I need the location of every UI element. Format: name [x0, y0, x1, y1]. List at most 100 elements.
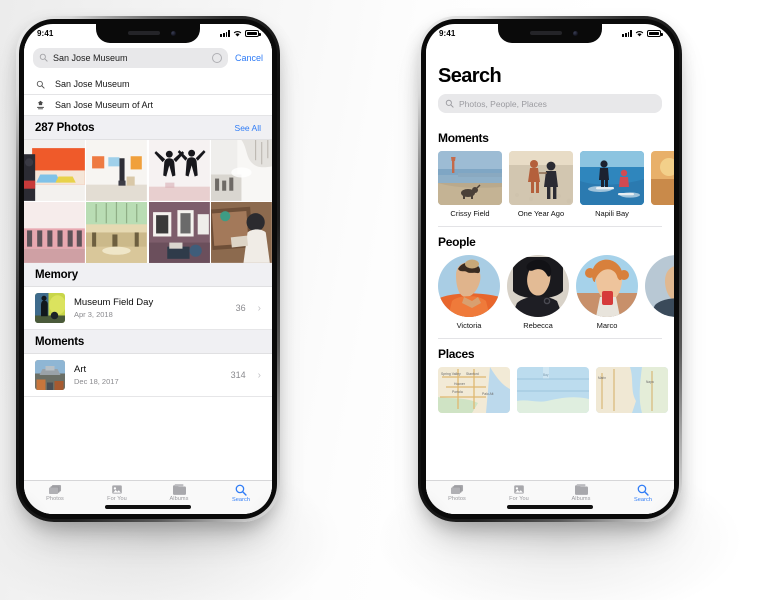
person-card[interactable]: Victoria — [438, 255, 500, 330]
section-title: Places — [438, 347, 475, 362]
tab-label: Search — [231, 497, 251, 503]
memory-thumbnail — [35, 293, 65, 324]
memory-title: Museum Field Day — [74, 297, 154, 309]
notch — [96, 24, 200, 43]
tab-photos[interactable]: Photos — [24, 484, 86, 502]
memory-list-item[interactable]: Museum Field Day Apr 3, 2018 36 › — [24, 287, 272, 331]
chevron-right-icon: › — [257, 369, 261, 381]
moment-label: Napili Bay — [595, 209, 629, 218]
front-camera — [573, 30, 578, 36]
search-input[interactable]: Photos, People, Places — [438, 94, 662, 113]
moment-thumbnail — [580, 151, 644, 205]
moment-thumbnail — [35, 360, 65, 391]
grid-photo[interactable] — [148, 202, 210, 264]
clear-circle-icon[interactable] — [211, 53, 222, 63]
tab-label: Photos — [448, 496, 466, 502]
moment-card[interactable]: Napili Bay — [580, 151, 644, 218]
moment-card[interactable]: One Year Ago — [509, 151, 573, 218]
device-screen-right: 9:41 Search Photos, People, Places Momen… — [426, 24, 674, 514]
earpiece-speaker — [530, 31, 562, 35]
moment-date: Dec 18, 2017 — [74, 377, 119, 387]
grid-photo[interactable] — [24, 140, 85, 201]
scene-background: 9:41 San Jose Museum Cancel San Jose Mus… — [0, 0, 780, 600]
svg-text:Stanford: Stanford — [466, 372, 479, 376]
section-title: Memory — [35, 269, 78, 282]
memory-count: 36 — [235, 303, 246, 314]
tab-photos[interactable]: Photos — [426, 484, 488, 502]
photo-grid — [24, 140, 272, 264]
search-placeholder: Photos, People, Places — [459, 98, 547, 109]
tab-for-you[interactable]: For You — [86, 484, 148, 502]
search-icon — [445, 95, 454, 113]
tab-search[interactable]: Search — [210, 484, 272, 503]
moments-list-item[interactable]: Art Dec 18, 2017 314 › — [24, 354, 272, 398]
person-name: Rebecca — [523, 321, 553, 331]
svg-text:Hoover: Hoover — [454, 382, 466, 386]
moments-carousel[interactable]: Crissy Field One Year Ago Napili Bay — [426, 151, 674, 218]
page-title: Search — [438, 65, 502, 87]
search-bar: San Jose Museum Cancel — [24, 43, 272, 74]
grid-photo[interactable] — [24, 202, 85, 264]
status-icons — [220, 30, 261, 37]
moment-thumbnail — [509, 151, 573, 205]
section-title: Moments — [438, 131, 489, 145]
places-carousel[interactable]: Spring Valley Stanford Hoover Portola Palo … — [426, 367, 674, 414]
avatar — [576, 255, 638, 318]
tab-for-you[interactable]: For You — [488, 484, 550, 502]
search-input-value: San Jose Museum — [53, 53, 128, 63]
person-card-partial[interactable] — [645, 255, 674, 330]
tab-albums[interactable]: Albums — [550, 484, 612, 502]
svg-text:Portola: Portola — [452, 390, 463, 394]
home-indicator[interactable] — [507, 505, 593, 509]
chevron-right-icon: › — [257, 302, 261, 314]
moment-title: Art — [74, 364, 87, 376]
moment-meta: Art Dec 18, 2017 — [74, 364, 222, 386]
person-card[interactable]: Marco — [576, 255, 638, 330]
page-title: 287 Photos — [35, 122, 95, 134]
person-card[interactable]: Rebecca — [507, 255, 569, 330]
photos-search-home-screen: Search Photos, People, Places Moments Cr… — [426, 43, 674, 514]
home-indicator[interactable] — [105, 505, 191, 509]
person-name: Marco — [596, 321, 618, 331]
cellular-bars-icon — [622, 30, 632, 37]
memory-section-header: Memory — [24, 263, 272, 288]
suggestion-row-2[interactable]: San Jose Museum of Art — [24, 95, 272, 116]
see-all-button[interactable]: See All — [235, 123, 261, 133]
suggestion-label: San Jose Museum of Art — [55, 100, 154, 110]
grid-photo[interactable] — [211, 202, 272, 264]
svg-text:Bay: Bay — [543, 373, 549, 377]
battery-icon — [245, 30, 261, 37]
grid-photo[interactable] — [86, 202, 148, 264]
tab-label: For You — [107, 496, 127, 502]
person-name: Victoria — [456, 321, 482, 331]
place-map-thumbnail[interactable]: Bay — [517, 367, 589, 414]
moment-card-partial[interactable] — [651, 151, 674, 218]
status-icons — [622, 30, 663, 37]
suggestion-row-1[interactable]: San Jose Museum — [24, 74, 272, 95]
tab-search[interactable]: Search — [612, 484, 674, 503]
wifi-icon — [233, 30, 242, 37]
avatar — [645, 255, 674, 318]
search-icon — [39, 49, 48, 67]
cancel-button[interactable]: Cancel — [235, 53, 263, 63]
moment-card[interactable]: Crissy Field — [438, 151, 502, 218]
people-carousel[interactable]: Victoria Rebecca Marco — [426, 255, 674, 330]
place-map-thumbnail[interactable]: Marin Napa — [596, 367, 668, 414]
place-map-thumbnail[interactable]: Spring Valley Stanford Hoover Portola Palo … — [438, 367, 510, 414]
memory-date: Apr 3, 2018 — [74, 310, 113, 320]
search-input[interactable]: San Jose Museum — [33, 48, 228, 68]
cellular-bars-icon — [220, 30, 230, 37]
grid-photo[interactable] — [211, 140, 272, 201]
grid-photo[interactable] — [86, 140, 148, 201]
avatar — [438, 255, 500, 318]
svg-text:Marin: Marin — [598, 376, 606, 380]
moment-count: 314 — [230, 370, 246, 381]
photos-section-header: 287 Photos See All — [24, 116, 272, 140]
grid-photo[interactable] — [148, 140, 210, 201]
status-time: 9:41 — [37, 29, 54, 38]
front-camera — [171, 30, 176, 36]
earpiece-speaker — [128, 31, 160, 35]
svg-text:Palo Alt: Palo Alt — [482, 392, 494, 396]
tab-albums[interactable]: Albums — [148, 484, 210, 502]
battery-icon — [647, 30, 663, 37]
